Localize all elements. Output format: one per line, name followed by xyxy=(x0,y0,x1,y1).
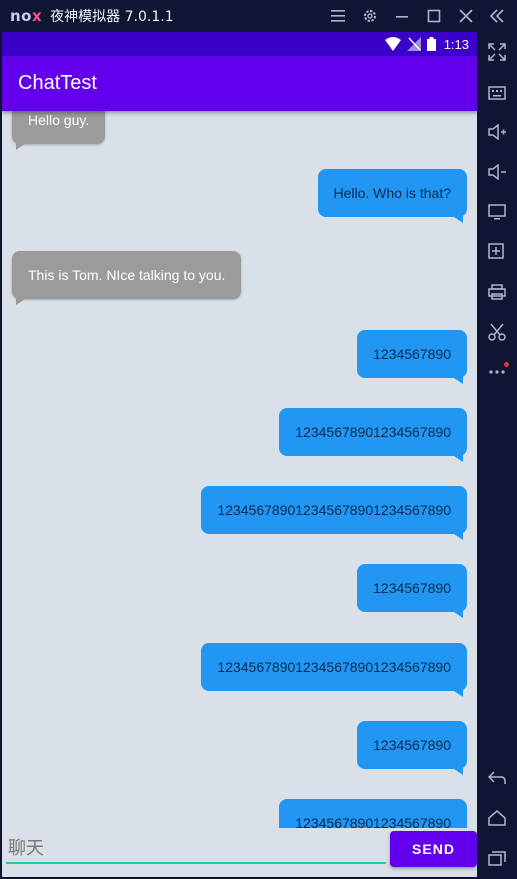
emulator-titlebar: nox 夜神模拟器 7.0.1.1 xyxy=(0,0,517,32)
message-bubble: Hello guy. xyxy=(12,111,106,144)
message-bubble: 123456789012345678901234567890 xyxy=(201,643,467,691)
message-outgoing: Hello. Who is that? xyxy=(317,169,467,217)
wifi-icon xyxy=(384,37,401,51)
recents-icon[interactable] xyxy=(477,842,517,874)
gear-icon[interactable] xyxy=(354,0,386,32)
message-bubble: This is Tom. NIce talking to you. xyxy=(12,251,242,299)
home-icon[interactable] xyxy=(477,802,517,834)
screen-icon[interactable] xyxy=(477,196,517,228)
emulator-logo: nox xyxy=(10,7,43,25)
message-bubble: 1234567890 xyxy=(357,721,467,769)
more-icon[interactable] xyxy=(477,356,517,388)
collapse-icon[interactable] xyxy=(477,0,517,32)
message-bubble: Hello. Who is that? xyxy=(317,169,467,217)
message-bubble: 1234567890 xyxy=(357,330,467,378)
status-bar: 1:13 xyxy=(2,32,477,56)
keyboard-icon[interactable] xyxy=(477,76,517,108)
chat-message-list[interactable]: Hello guy. Hello. Who is that? This is T… xyxy=(2,111,477,828)
message-bubble: 12345678901234567890 xyxy=(279,799,467,828)
message-bubble: 123456789012345678901234567890 xyxy=(201,486,467,534)
signal-icon xyxy=(406,37,421,51)
printer-icon[interactable] xyxy=(477,276,517,308)
message-outgoing: 12345678901234567890 xyxy=(279,799,467,828)
notification-dot xyxy=(504,362,509,367)
message-outgoing: 1234567890 xyxy=(357,330,467,378)
app-title: ChatTest xyxy=(18,72,97,94)
fullscreen-icon[interactable] xyxy=(477,36,517,68)
scissors-icon[interactable] xyxy=(477,316,517,348)
menu-icon[interactable] xyxy=(322,0,354,32)
message-bubble: 12345678901234567890 xyxy=(279,408,467,456)
chat-input[interactable] xyxy=(6,834,386,864)
emulator-side-toolbar xyxy=(477,0,517,879)
apk-icon[interactable] xyxy=(477,236,517,268)
message-bubble: 1234567890 xyxy=(357,564,467,612)
send-button[interactable]: SEND xyxy=(390,831,477,867)
emulator-title: 夜神模拟器 7.0.1.1 xyxy=(50,9,174,25)
status-icons xyxy=(384,37,436,51)
message-outgoing: 1234567890 xyxy=(357,564,467,612)
maximize-icon[interactable] xyxy=(418,0,450,32)
input-bar: SEND xyxy=(2,828,477,877)
message-outgoing: 1234567890 xyxy=(357,721,467,769)
message-outgoing: 12345678901234567890 xyxy=(279,408,467,456)
minimize-icon[interactable] xyxy=(386,0,418,32)
emulator-window-controls xyxy=(322,0,482,32)
message-incoming: Hello guy. xyxy=(12,111,106,144)
battery-icon xyxy=(426,37,436,51)
message-outgoing: 123456789012345678901234567890 xyxy=(201,486,467,534)
message-incoming: This is Tom. NIce talking to you. xyxy=(12,251,242,299)
volume-down-icon[interactable] xyxy=(477,156,517,188)
app-bar: ChatTest xyxy=(2,56,477,111)
status-time: 1:13 xyxy=(443,36,469,52)
volume-up-icon[interactable] xyxy=(477,116,517,148)
message-outgoing: 123456789012345678901234567890 xyxy=(201,643,467,691)
back-icon[interactable] xyxy=(477,762,517,794)
phone-screen: 1:13 ChatTest Hello guy. Hello. Who is t… xyxy=(2,32,477,877)
